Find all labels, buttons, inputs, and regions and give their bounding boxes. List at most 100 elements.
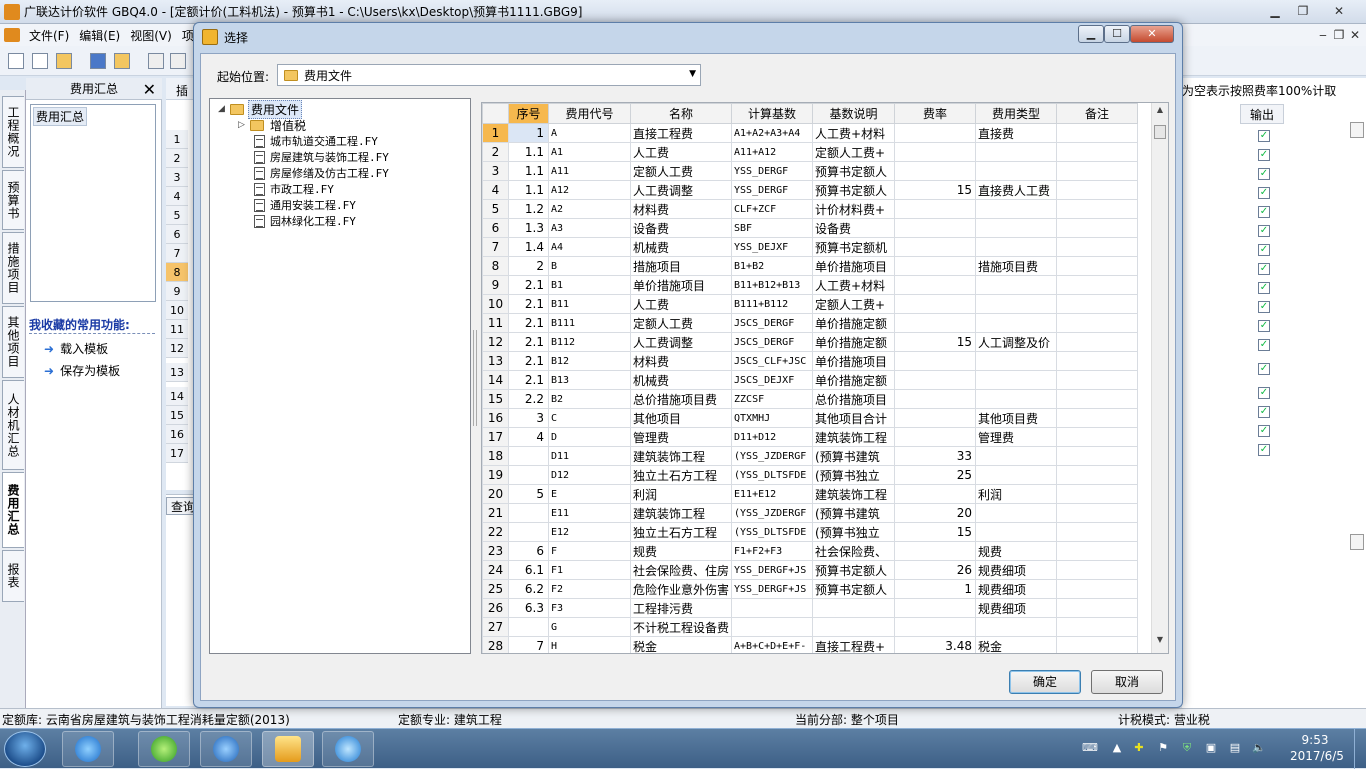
menu-edit[interactable]: 编辑(E): [74, 27, 125, 44]
cell-note[interactable]: [1056, 503, 1139, 523]
cell-seq[interactable]: 6.1: [508, 560, 549, 580]
cell-seq[interactable]: 1.3: [508, 218, 549, 238]
cell-name[interactable]: 规费: [629, 541, 733, 561]
cell-base[interactable]: JSCS_DERGF: [731, 313, 814, 333]
cell-code[interactable]: B111: [548, 313, 631, 333]
cell-type[interactable]: 税金: [975, 636, 1058, 653]
row-number[interactable]: 5: [166, 206, 188, 225]
table-row[interactable]: 28 7 H 税金 A+B+C+D+E+F- 直接工程费+ 3.48 税金: [482, 636, 1139, 653]
cell-desc[interactable]: (预算书独立: [812, 522, 896, 542]
cell-seq[interactable]: 1.1: [508, 180, 549, 200]
cell-seq[interactable]: 1: [508, 123, 549, 143]
table-row[interactable]: 23 6 F 规费 F1+F2+F3 社会保险费、 规费: [482, 541, 1139, 561]
cell-base[interactable]: A11+A12: [731, 142, 814, 162]
row-number[interactable]: 11: [166, 320, 188, 339]
cell-name[interactable]: 其他项目: [629, 408, 733, 428]
cell-note[interactable]: [1056, 294, 1139, 314]
row-number[interactable]: 13: [166, 363, 188, 382]
cell-base[interactable]: [731, 598, 814, 618]
dialog-maximize-button[interactable]: ☐: [1104, 25, 1130, 43]
row-number-cell[interactable]: 17: [482, 427, 509, 447]
add-icon[interactable]: ✚: [1132, 741, 1146, 755]
cell-seq[interactable]: [508, 522, 549, 542]
cell-base[interactable]: SBF: [731, 218, 814, 238]
cell-desc[interactable]: 预算书定额人: [812, 579, 896, 599]
column-header[interactable]: 基数说明: [812, 103, 896, 124]
tree-node-file[interactable]: 市政工程.FY: [254, 181, 334, 197]
cell-seq[interactable]: 6: [508, 541, 549, 561]
table-row[interactable]: 7 1.4 A4 机械费 YSS_DEJXF 预算书定额机: [482, 237, 1139, 257]
scroll-up-icon[interactable]: ▲: [1152, 105, 1168, 119]
cell-base[interactable]: ZZCSF: [731, 389, 814, 409]
cell-seq[interactable]: 2: [508, 256, 549, 276]
row-number-cell[interactable]: 27: [482, 617, 509, 637]
cell-type[interactable]: 直接费人工费: [975, 180, 1058, 200]
location-dropdown[interactable]: 费用文件 ▼: [277, 64, 701, 86]
cell-base[interactable]: (YSS_JZDERGF: [731, 446, 814, 466]
cell-code[interactable]: F: [548, 541, 631, 561]
ok-button[interactable]: 确定: [1009, 670, 1081, 694]
cell-name[interactable]: 独立土石方工程: [629, 522, 733, 542]
table-row[interactable]: 6 1.3 A3 设备费 SBF 设备费: [482, 218, 1139, 238]
cell-rate[interactable]: [894, 370, 977, 390]
cell-name[interactable]: 机械费: [629, 237, 733, 257]
cell-note[interactable]: [1056, 389, 1139, 409]
column-header[interactable]: 费用类型: [975, 103, 1058, 124]
cell-rate[interactable]: [894, 313, 977, 333]
scrollbar-thumb[interactable]: [1350, 122, 1364, 138]
cell-name[interactable]: 单价措施项目: [629, 275, 733, 295]
cell-name[interactable]: 人工费调整: [629, 332, 733, 352]
cell-name[interactable]: 人工费: [629, 142, 733, 162]
cell-name[interactable]: 独立土石方工程: [629, 465, 733, 485]
taskbar-ie-button[interactable]: [322, 731, 374, 767]
cell-base[interactable]: YSS_DEJXF: [731, 237, 814, 257]
menu-view[interactable]: 视图(V): [125, 27, 177, 44]
cell-note[interactable]: [1056, 237, 1139, 257]
tab-other-items[interactable]: 其他项目: [2, 306, 24, 378]
cell-name[interactable]: 措施项目: [629, 256, 733, 276]
cell-code[interactable]: E12: [548, 522, 631, 542]
cell-seq[interactable]: 2.1: [508, 332, 549, 352]
column-header[interactable]: 名称: [629, 103, 733, 124]
cell-name[interactable]: 直接工程费: [629, 123, 733, 143]
row-number-cell[interactable]: 16: [482, 408, 509, 428]
cell-note[interactable]: [1056, 180, 1139, 200]
cell-base[interactable]: YSS_DERGF+JS: [731, 579, 814, 599]
cell-seq[interactable]: 2.2: [508, 389, 549, 409]
cell-rate[interactable]: [894, 389, 977, 409]
row-number-cell[interactable]: 4: [482, 180, 509, 200]
cell-seq[interactable]: 1.1: [508, 161, 549, 181]
cell-seq[interactable]: 2.1: [508, 351, 549, 371]
row-number-cell[interactable]: 12: [482, 332, 509, 352]
table-row[interactable]: 9 2.1 B1 单价措施项目 B11+B12+B13 人工费+材料: [482, 275, 1139, 295]
cell-note[interactable]: [1056, 199, 1139, 219]
row-number-cell[interactable]: 26: [482, 598, 509, 618]
cell-code[interactable]: A12: [548, 180, 631, 200]
row-number[interactable]: 17: [166, 444, 188, 463]
cell-type[interactable]: 人工调整及价: [975, 332, 1058, 352]
cell-desc[interactable]: 定额人工费+: [812, 142, 896, 162]
cell-desc[interactable]: [812, 598, 896, 618]
row-number-cell[interactable]: 3: [482, 161, 509, 181]
row-number-cell[interactable]: 5: [482, 199, 509, 219]
cell-desc[interactable]: 单价措施项目: [812, 256, 896, 276]
cell-note[interactable]: [1056, 446, 1139, 466]
row-number[interactable]: 16: [166, 425, 188, 444]
row-number[interactable]: 3: [166, 168, 188, 187]
table-row[interactable]: 12 2.1 B112 人工费调整 JSCS_DERGF 单价措施定额 15 人工调整及价: [482, 332, 1139, 352]
tree-node-vat-folder[interactable]: ▷ 增值税: [238, 117, 306, 133]
cell-rate[interactable]: [894, 199, 977, 219]
cell-base[interactable]: JSCS_CLF+JSC: [731, 351, 814, 371]
cell-code[interactable]: D11: [548, 446, 631, 466]
cell-type[interactable]: 规费细项: [975, 560, 1058, 580]
cell-rate[interactable]: 15: [894, 180, 977, 200]
row-number-cell[interactable]: 2: [482, 142, 509, 162]
taskbar-qq-button[interactable]: [62, 731, 114, 767]
cell-rate[interactable]: [894, 161, 977, 181]
cell-code[interactable]: E: [548, 484, 631, 504]
cell-name[interactable]: 建筑装饰工程: [629, 446, 733, 466]
table-row[interactable]: 15 2.2 B2 总价措施项目费 ZZCSF 总价措施项目: [482, 389, 1139, 409]
cell-rate[interactable]: 25: [894, 465, 977, 485]
row-number[interactable]: 1: [166, 130, 188, 149]
cell-rate[interactable]: [894, 294, 977, 314]
